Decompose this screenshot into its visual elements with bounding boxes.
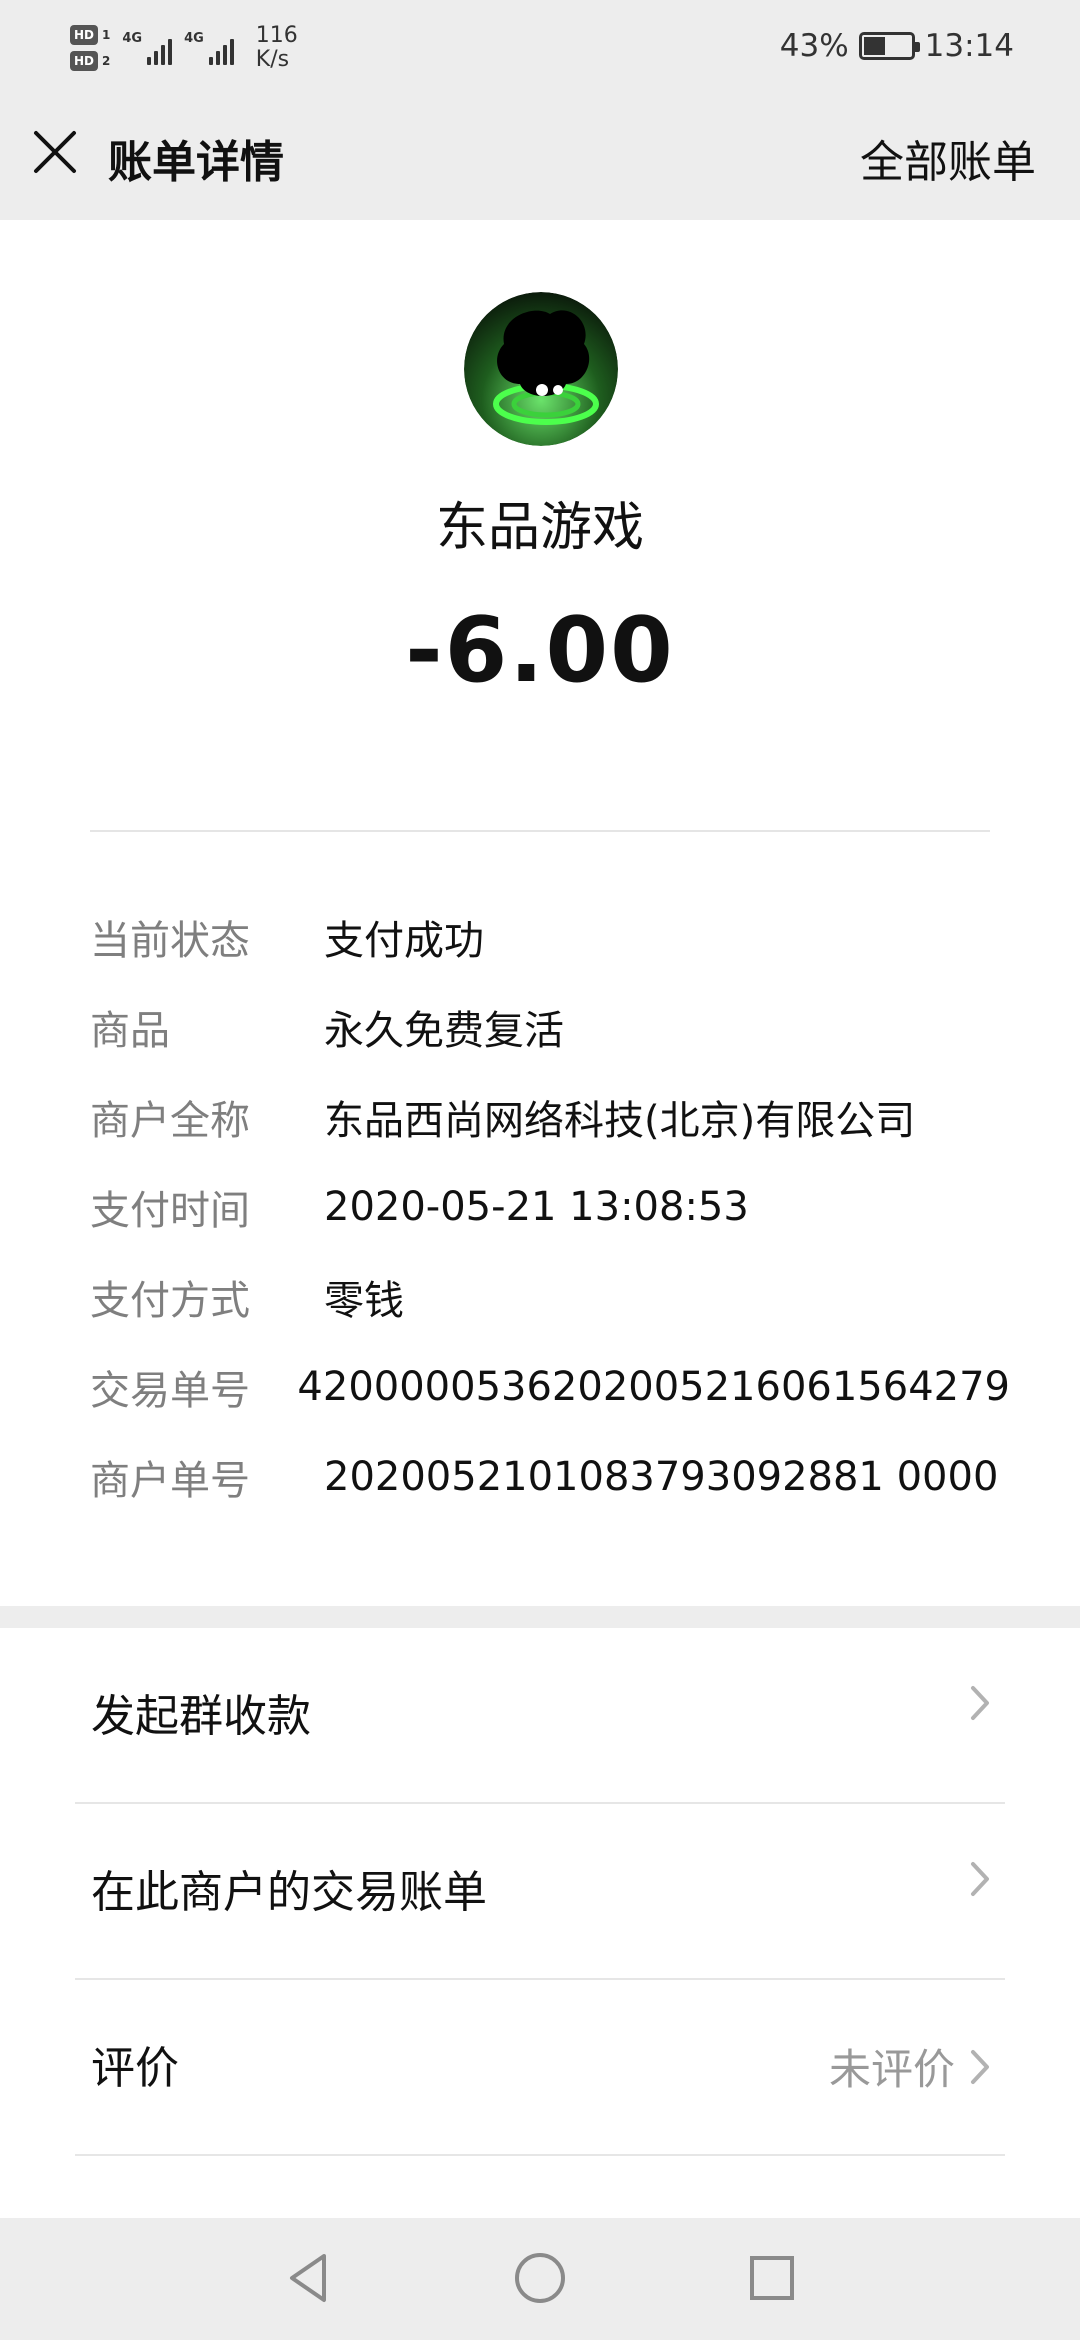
merchant-avatar	[464, 292, 618, 446]
page-title: 账单详情	[108, 137, 284, 188]
detail-value: 支付成功	[324, 918, 484, 964]
chevron-right-icon	[971, 1862, 989, 1896]
detail-value[interactable]: 2020052101083793092881 0000	[324, 1454, 998, 1500]
detail-row-merchant-order-id: 商户单号 2020052101083793092881 0000	[90, 1432, 1010, 1522]
home-circle-icon[interactable]	[508, 2246, 572, 2310]
network-speed: 116 K/s	[256, 24, 298, 72]
detail-value: 永久免费复活	[324, 1008, 564, 1054]
action-right	[955, 1860, 991, 1898]
speed-unit: K/s	[255, 47, 290, 72]
battery-percent: 43%	[779, 28, 849, 64]
detail-row-pay-time: 支付时间 2020-05-21 13:08:53	[90, 1162, 1010, 1252]
detail-value[interactable]: 4200000536202005216061564279	[297, 1364, 1010, 1410]
detail-value: 2020-05-21 13:08:53	[324, 1184, 749, 1230]
hd1-badge: HD	[70, 25, 98, 45]
hd2-sub: 2	[102, 54, 111, 68]
detail-row-transaction-id: 交易单号 4200000536202005216061564279	[90, 1342, 1010, 1432]
detail-list: 当前状态 支付成功 商品 永久免费复活 商户全称 东品西尚网络科技(北京)有限公…	[90, 892, 1010, 1522]
action-label: 在此商户的交易账单	[91, 1867, 487, 1918]
transaction-amount: -6.00	[405, 598, 675, 703]
back-triangle-icon[interactable]	[276, 2246, 340, 2310]
nav-bar: 账单详情 全部账单	[0, 92, 1080, 220]
status-bar: HD 1 HD 2 4G 4G 116 K/s 43% 13:14	[0, 0, 1080, 92]
signal-icon-sim2: 4G	[184, 31, 234, 65]
hd-indicators: HD 1 HD 2	[70, 25, 110, 71]
divider	[90, 830, 990, 832]
group-collect-row[interactable]: 发起群收款	[75, 1628, 1005, 1804]
detail-row-product: 商品 永久免费复活	[90, 982, 1010, 1072]
detail-label: 商户全称	[90, 1098, 250, 1144]
hd1-sub: 1	[102, 28, 111, 42]
detail-row-merchant-fullname: 商户全称 东品西尚网络科技(北京)有限公司	[90, 1072, 1010, 1162]
action-right: 未评价	[829, 2036, 991, 2097]
speed-value: 116	[255, 23, 298, 48]
network-type-1: 4G	[122, 31, 143, 46]
game-logo-icon	[464, 292, 618, 446]
status-right: 43% 13:14	[780, 24, 1014, 68]
action-label: 发起群收款	[91, 1691, 311, 1742]
chevron-right-icon	[971, 2049, 989, 2084]
detail-label: 当前状态	[90, 918, 250, 964]
signal-icon-sim1: 4G	[122, 31, 173, 65]
detail-label: 支付时间	[90, 1188, 250, 1234]
system-nav-bar	[0, 2218, 1080, 2340]
review-row[interactable]: 评价 未评价	[75, 1980, 1005, 2156]
merchant-name: 东品游戏	[435, 498, 644, 558]
detail-value: 零钱	[324, 1278, 404, 1324]
action-right	[955, 1684, 991, 1722]
detail-value: 东品西尚网络科技(北京)有限公司	[324, 1098, 916, 1144]
hd2-badge: HD	[70, 51, 98, 71]
transaction-card: 东品游戏 -6.00 当前状态 支付成功 商品 永久免费复活 商户全称 东品西尚…	[0, 220, 1080, 1606]
status-left: HD 1 HD 2 4G 4G 116 K/s	[70, 18, 298, 78]
merchant-bills-row[interactable]: 在此商户的交易账单	[75, 1804, 1005, 1980]
review-status: 未评价	[828, 2045, 955, 2094]
close-icon[interactable]	[30, 127, 80, 177]
action-label: 评价	[91, 2043, 179, 2094]
detail-row-pay-method: 支付方式 零钱	[90, 1252, 1010, 1342]
battery-icon	[858, 32, 920, 60]
detail-label: 交易单号	[90, 1368, 250, 1414]
network-type-2: 4G	[184, 31, 204, 46]
detail-label: 商户单号	[90, 1458, 250, 1504]
detail-label: 支付方式	[90, 1278, 250, 1324]
recent-square-icon[interactable]	[740, 2246, 804, 2310]
clock: 13:14	[924, 28, 1014, 64]
chevron-right-icon	[971, 1686, 989, 1720]
detail-row-status: 当前状态 支付成功	[90, 892, 1010, 982]
detail-label: 商品	[90, 1008, 170, 1054]
actions-card: 发起群收款 在此商户的交易账单 评价 未评价	[0, 1628, 1080, 2218]
all-bills-link[interactable]: 全部账单	[860, 126, 1036, 190]
